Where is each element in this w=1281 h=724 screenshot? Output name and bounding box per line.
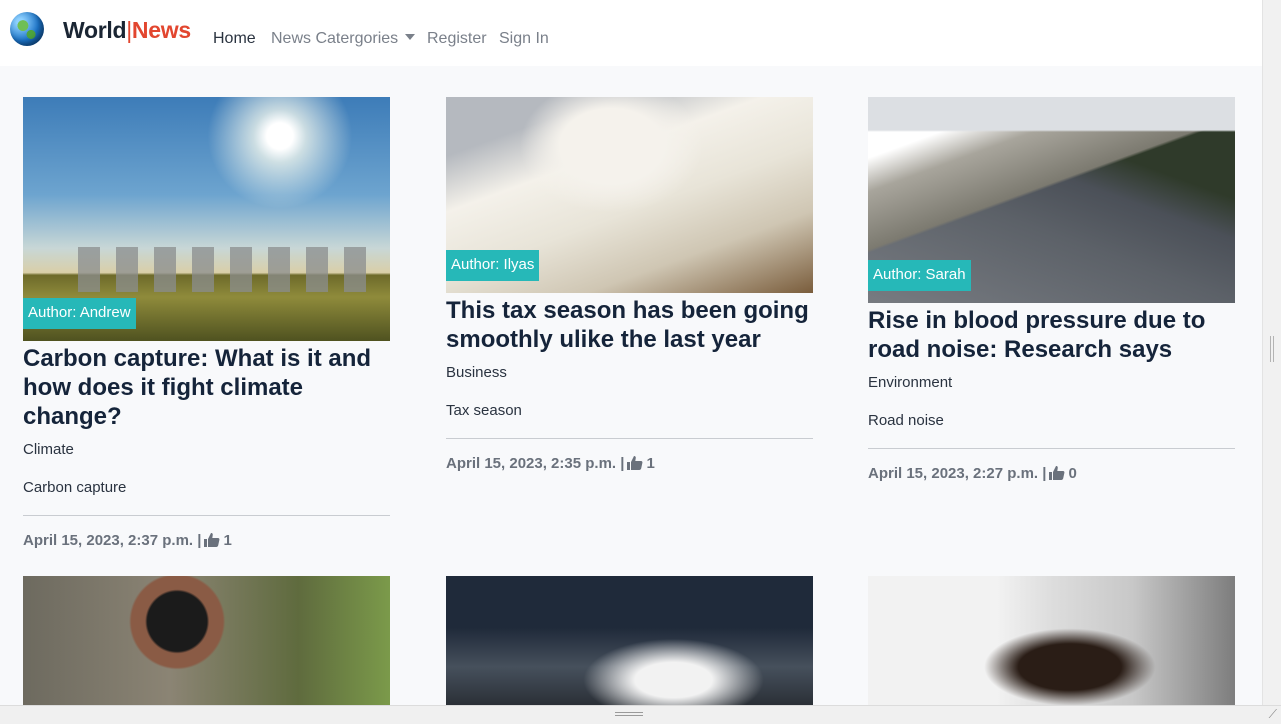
caret-down-icon: [405, 34, 416, 40]
article-image-partial[interactable]: [446, 576, 813, 706]
article-meta: April 15, 2023, 2:27 p.m. | 0: [868, 465, 1077, 484]
article-category: Business: [446, 364, 507, 381]
nav-sign-in-link[interactable]: Sign In: [499, 30, 549, 48]
author-badge: Author: Andrew: [23, 298, 136, 329]
article-date: April 15, 2023, 2:37 p.m.: [23, 532, 194, 549]
vertical-scrollbar[interactable]: [1262, 0, 1281, 706]
brand-news: News: [131, 17, 191, 43]
like-count: 1: [646, 455, 655, 472]
article-date: April 15, 2023, 2:27 p.m.: [868, 465, 1039, 482]
article-tag: Road noise: [868, 412, 944, 429]
article-image[interactable]: Author: Ilyas: [446, 97, 813, 293]
globe-logo-icon[interactable]: [10, 12, 44, 46]
window-resize-bar[interactable]: ⟋: [0, 705, 1281, 724]
thumbs-up-icon[interactable]: [627, 456, 643, 474]
article-date: April 15, 2023, 2:35 p.m.: [446, 455, 617, 472]
nav-categories-label: News Catergories: [271, 30, 399, 47]
divider: [23, 515, 390, 516]
article-title[interactable]: Rise in blood pressure due to road noise…: [868, 306, 1235, 364]
scrollbar-grip-icon[interactable]: [1270, 336, 1274, 362]
nav-categories-dropdown[interactable]: News Catergories: [271, 30, 416, 48]
nav-register-link[interactable]: Register: [427, 30, 487, 48]
article-image-partial[interactable]: [868, 576, 1235, 706]
article-title[interactable]: Carbon capture: What is it and how does …: [23, 344, 390, 431]
thumbs-up-icon[interactable]: [1049, 466, 1065, 484]
news-card[interactable]: Author: Ilyas This tax season has been g…: [446, 97, 813, 474]
author-badge: Author: Sarah: [868, 260, 971, 291]
article-category: Climate: [23, 441, 74, 458]
navbar: World|News Home News Catergories Registe…: [0, 0, 1263, 66]
article-meta: April 15, 2023, 2:35 p.m. | 1: [446, 455, 655, 474]
like-count: 1: [223, 532, 232, 549]
article-category: Environment: [868, 374, 953, 391]
article-image-partial[interactable]: [23, 576, 390, 706]
news-card[interactable]: Author: Sarah Rise in blood pressure due…: [868, 97, 1235, 484]
article-meta: April 15, 2023, 2:37 p.m. | 1: [23, 532, 232, 551]
like-count: 0: [1068, 465, 1077, 482]
article-image[interactable]: Author: Sarah: [868, 97, 1235, 303]
divider: [446, 438, 813, 439]
thumbs-up-icon[interactable]: [204, 533, 220, 551]
divider: [868, 448, 1235, 449]
article-tag: Tax season: [446, 402, 522, 419]
brand-world: World: [63, 17, 127, 43]
author-badge: Author: Ilyas: [446, 250, 540, 281]
resize-corner-icon[interactable]: ⟋: [1269, 707, 1277, 722]
article-title[interactable]: This tax season has been going smoothly …: [446, 296, 813, 354]
resize-grip-icon[interactable]: [615, 712, 643, 716]
nav-home-link[interactable]: Home: [213, 30, 256, 48]
brand-logo[interactable]: World|News: [63, 17, 191, 44]
news-card[interactable]: Author: Andrew Carbon capture: What is i…: [23, 97, 390, 551]
article-image[interactable]: Author: Andrew: [23, 97, 390, 341]
article-tag: Carbon capture: [23, 479, 127, 496]
